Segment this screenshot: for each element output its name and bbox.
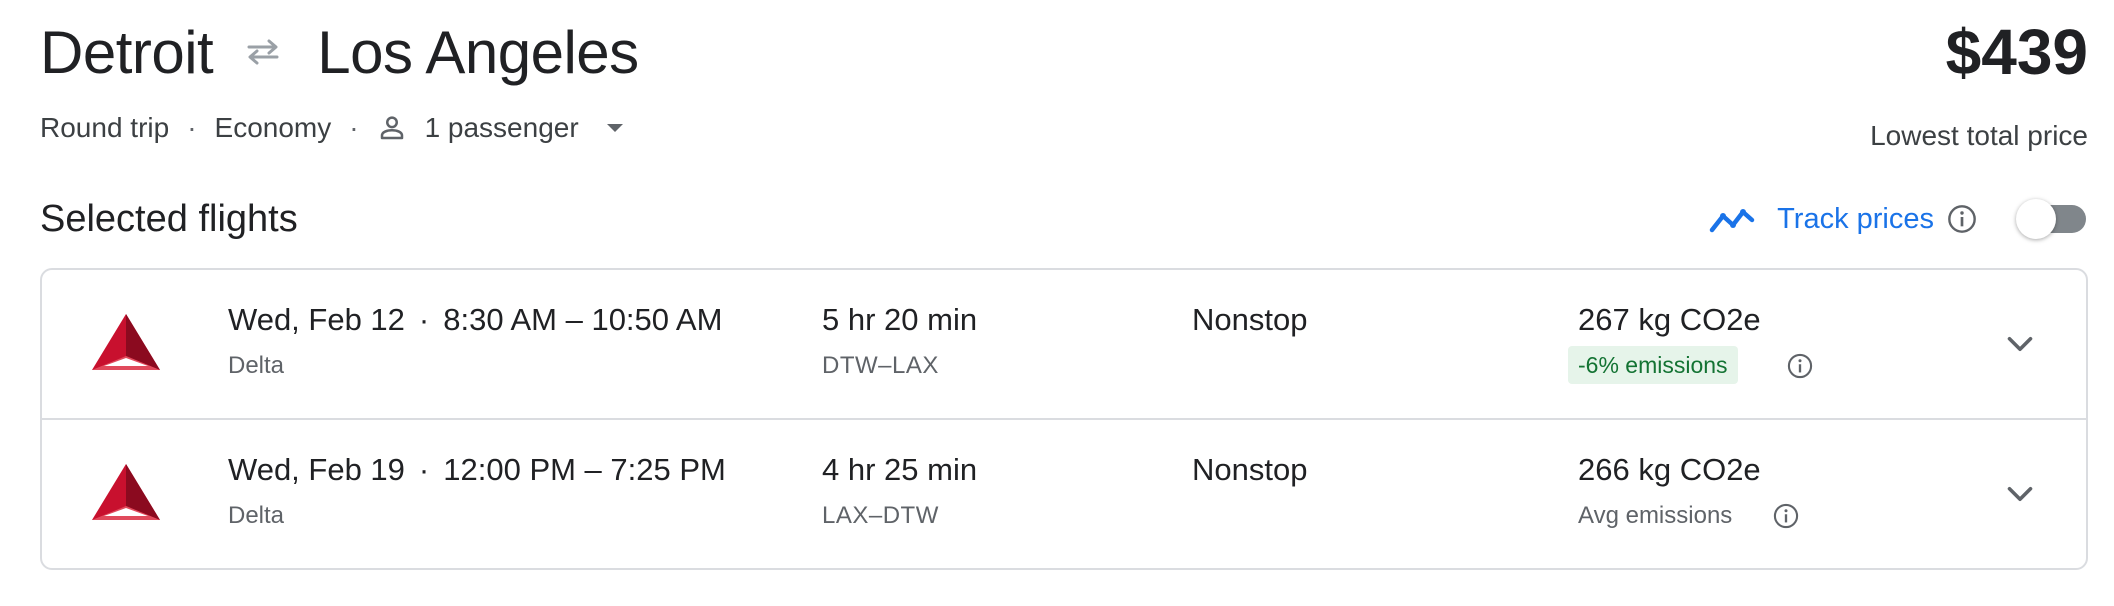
flight-airports: LAX–DTW <box>822 502 939 529</box>
flight-duration: 5 hr 20 min <box>822 302 978 337</box>
trip-type: Round trip <box>40 112 170 143</box>
total-price: $439 <box>1945 16 2088 88</box>
info-icon[interactable] <box>1772 502 1800 535</box>
separator-dot: · <box>187 112 197 143</box>
swap-arrows-icon <box>243 37 283 67</box>
track-prices-toggle[interactable] <box>2016 199 2088 239</box>
flight-airports: DTW–LAX <box>822 352 939 379</box>
flight-times: Wed, Feb 12 · 8:30 AM – 10:50 AM <box>228 302 722 338</box>
flight-row[interactable]: Wed, Feb 12 · 8:30 AM – 10:50 AM Delta 5 h… <box>42 270 2086 420</box>
flight-stops: Nonstop <box>1192 452 1308 487</box>
airline-name: Delta <box>228 352 285 379</box>
delta-logo-icon <box>90 312 162 377</box>
trip-options: Round trip · Economy · 1 passenger <box>40 108 625 148</box>
emissions-label: Avg emissions <box>1578 502 1733 529</box>
origin-city: Detroit <box>40 18 214 86</box>
price-caption: Lowest total price <box>1870 120 2088 151</box>
person-icon <box>377 113 407 143</box>
co2-amount: 266 kg CO2e <box>1578 452 1761 487</box>
route-title: Detroit Los Angeles <box>40 14 639 90</box>
emissions-badge: -6% emissions <box>1568 346 1738 384</box>
trend-line-icon <box>1709 204 1755 234</box>
destination-city: Los Angeles <box>317 18 639 86</box>
flight-times: Wed, Feb 19 · 12:00 PM – 7:25 PM <box>228 452 726 488</box>
toggle-thumb[interactable] <box>2016 199 2056 239</box>
flight-time-range: 8:30 AM – 10:50 AM <box>443 302 723 337</box>
cabin-class: Economy <box>214 112 332 143</box>
passenger-count[interactable]: 1 passenger <box>425 112 579 144</box>
separator-dot: · <box>349 112 359 143</box>
flight-stops: Nonstop <box>1192 302 1308 337</box>
flight-row[interactable]: Wed, Feb 19 · 12:00 PM – 7:25 PM Delta 4 h… <box>42 420 2086 568</box>
info-icon[interactable] <box>1946 203 1978 235</box>
track-prices-label[interactable]: Track prices <box>1777 203 1934 236</box>
track-prices[interactable]: Track prices <box>1709 194 2088 244</box>
selected-flights-list: Wed, Feb 12 · 8:30 AM – 10:50 AM Delta 5 h… <box>40 268 2088 570</box>
section-title: Selected flights <box>40 198 298 240</box>
separator-dot: · <box>418 452 430 487</box>
airline-name: Delta <box>228 502 285 529</box>
separator-dot: · <box>418 302 430 337</box>
flight-date: Wed, Feb 19 <box>228 452 405 487</box>
delta-logo-icon <box>90 462 162 527</box>
chevron-down-icon[interactable] <box>2002 476 2038 512</box>
price-summary: $439 Lowest total price <box>1870 14 2088 152</box>
info-icon[interactable] <box>1786 352 1814 385</box>
dropdown-arrow-icon[interactable] <box>605 122 625 134</box>
flight-duration: 4 hr 25 min <box>822 452 978 487</box>
flight-date: Wed, Feb 12 <box>228 302 405 337</box>
flight-time-range: 12:00 PM – 7:25 PM <box>443 452 726 487</box>
chevron-down-icon[interactable] <box>2002 326 2038 362</box>
co2-amount: 267 kg CO2e <box>1578 302 1761 337</box>
